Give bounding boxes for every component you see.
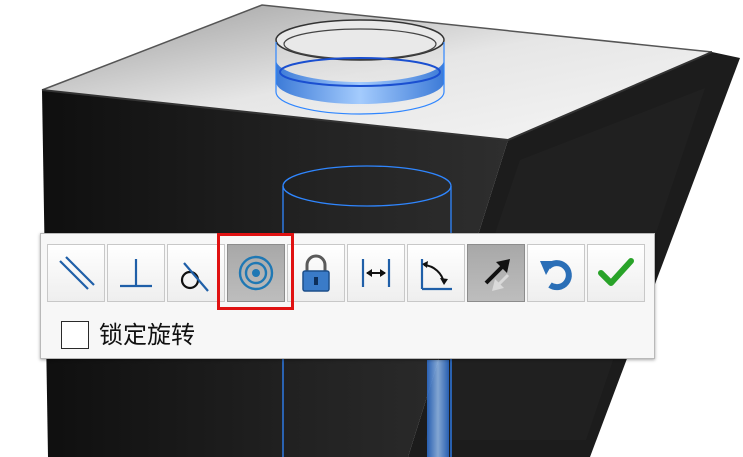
angle-icon bbox=[420, 259, 452, 291]
selection-highlight-box bbox=[217, 233, 294, 310]
flip-alignment-icon bbox=[484, 259, 510, 291]
3d-model-viewport[interactable] bbox=[0, 0, 743, 457]
parallel-button[interactable] bbox=[47, 244, 105, 302]
distance-button[interactable] bbox=[347, 244, 405, 302]
lock-rotation-checkbox[interactable] bbox=[61, 321, 89, 349]
undo-button[interactable] bbox=[527, 244, 585, 302]
tangent-icon bbox=[180, 262, 209, 292]
perpendicular-button[interactable] bbox=[107, 244, 165, 302]
confirm-button[interactable] bbox=[587, 244, 645, 302]
distance-icon bbox=[361, 259, 391, 287]
undo-icon bbox=[540, 260, 572, 291]
confirm-check-icon bbox=[598, 258, 634, 286]
angle-button[interactable] bbox=[407, 244, 465, 302]
perpendicular-icon bbox=[120, 259, 152, 288]
lock-icon bbox=[302, 254, 330, 292]
flip-alignment-button[interactable] bbox=[467, 244, 525, 302]
mate-popup-toolbar: 锁定旋转 bbox=[40, 233, 655, 359]
cylindrical-boss[interactable] bbox=[275, 19, 445, 115]
lock-button[interactable] bbox=[287, 244, 345, 302]
lock-rotation-label: 锁定旋转 bbox=[99, 321, 195, 349]
parallel-icon bbox=[59, 256, 95, 290]
